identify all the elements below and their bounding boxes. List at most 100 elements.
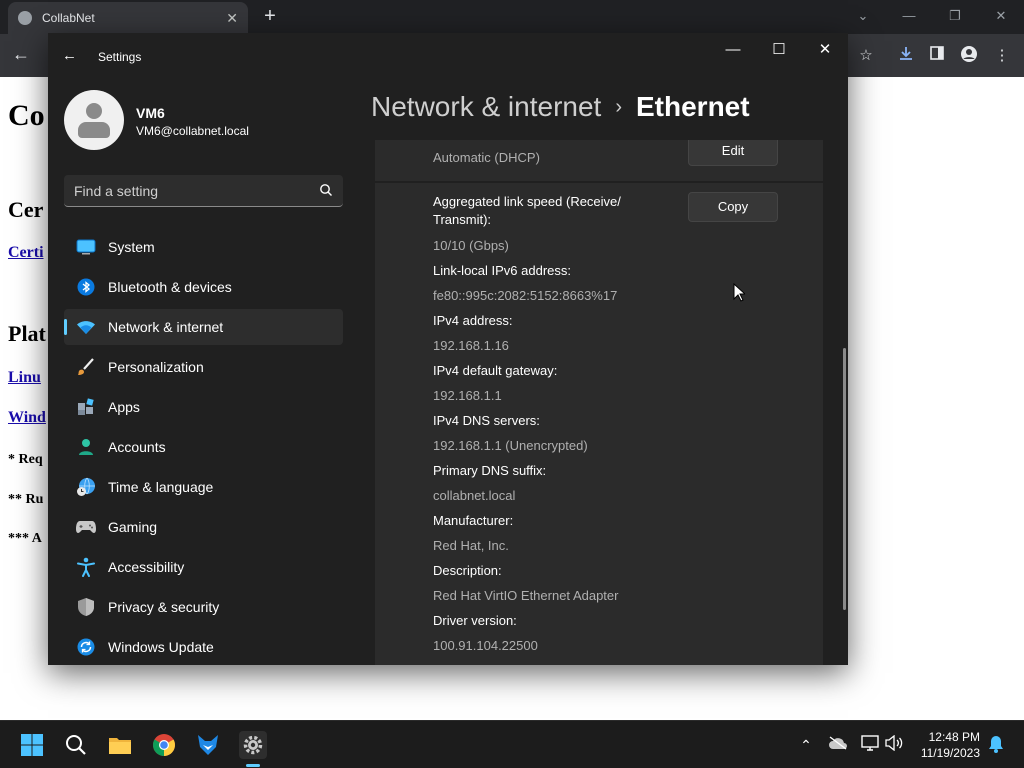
ipv6-label: Link-local IPv6 address:: [433, 263, 572, 278]
search-input[interactable]: [74, 175, 314, 206]
nav-item-label: Accounts: [108, 439, 166, 455]
notification-bell-icon[interactable]: [986, 735, 1006, 755]
description-label: Description:: [433, 563, 502, 578]
browser-restore-icon[interactable]: ❐: [944, 6, 966, 26]
page-note: *** A: [8, 531, 42, 546]
nav-item-label: Windows Update: [108, 639, 214, 655]
copy-button[interactable]: Copy: [688, 192, 778, 222]
ipv4-label: IPv4 address:: [433, 313, 513, 328]
nav-item-accounts[interactable]: Accounts: [64, 429, 343, 465]
breadcrumb-parent[interactable]: Network & internet: [371, 91, 601, 122]
nav-item-label: Apps: [108, 399, 140, 415]
nav-item-bluetooth[interactable]: Bluetooth & devices: [64, 269, 343, 305]
page-link[interactable]: Linu: [8, 369, 41, 387]
back-arrow-icon[interactable]: ←: [62, 47, 77, 64]
driver-version-label: Driver version:: [433, 613, 517, 628]
ipv6-value: fe80::995c:2082:5152:8663%17: [433, 288, 618, 303]
wifi-icon: [76, 317, 96, 337]
browser-close-icon[interactable]: ✕: [990, 6, 1012, 26]
nav-item-time-language[interactable]: Time & language: [64, 469, 343, 505]
link-speed-label: Aggregated link speed (Receive/ Transmit…: [433, 194, 621, 227]
side-panel-icon[interactable]: [926, 45, 948, 67]
link-speed-value: 10/10 (Gbps): [433, 238, 509, 253]
person-icon: [76, 437, 96, 457]
avatar[interactable]: [64, 90, 124, 150]
download-icon[interactable]: [895, 45, 917, 67]
nav-item-label: Time & language: [108, 479, 214, 495]
description-value: Red Hat VirtIO Ethernet Adapter: [433, 588, 619, 603]
profile-icon[interactable]: [958, 45, 980, 67]
gateway-label: IPv4 default gateway:: [433, 363, 558, 378]
chrome-icon[interactable]: [150, 731, 178, 759]
breadcrumb-separator: ›: [615, 96, 622, 118]
card-divider: [375, 181, 823, 183]
onedrive-offline-icon[interactable]: [828, 735, 848, 755]
maximize-icon[interactable]: ☐: [764, 39, 794, 61]
nav-item-windows-update[interactable]: Windows Update: [64, 629, 343, 665]
new-tab-button[interactable]: +: [260, 6, 280, 26]
clock-time[interactable]: 12:48 PM: [920, 730, 980, 744]
dns-servers-value: 192.168.1.1 (Unencrypted): [433, 438, 588, 453]
nav-item-network[interactable]: Network & internet: [64, 309, 343, 345]
avatar-body-shape: [78, 122, 110, 138]
nav-item-apps[interactable]: Apps: [64, 389, 343, 425]
gateway-value: 192.168.1.1: [433, 388, 502, 403]
dns-suffix-label: Primary DNS suffix:: [433, 463, 547, 478]
bookmark-star-icon[interactable]: ☆: [855, 45, 877, 67]
page-title: Ethernet: [636, 91, 750, 122]
nav-item-label: Bluetooth & devices: [108, 279, 232, 295]
browser-tab[interactable]: CollabNet ✕: [8, 2, 248, 34]
nav-item-label: Network & internet: [108, 319, 224, 335]
update-icon: [76, 637, 96, 657]
page-subheading: Cer: [8, 197, 44, 222]
search-icon[interactable]: [319, 183, 333, 197]
tab-search-icon[interactable]: ⌄: [852, 6, 874, 26]
user-name: VM6: [136, 105, 165, 121]
globe-icon: [18, 11, 32, 25]
nav-item-privacy-security[interactable]: Privacy & security: [64, 589, 343, 625]
file-explorer-icon[interactable]: [106, 731, 134, 759]
page-note: ** Ru: [8, 492, 44, 507]
page-link[interactable]: Wind: [8, 409, 46, 427]
network-icon[interactable]: [860, 735, 880, 755]
browser-menu-icon[interactable]: ⋮: [991, 45, 1013, 67]
active-app-indicator: [246, 764, 260, 767]
close-tab-icon[interactable]: ✕: [226, 10, 238, 27]
page-link[interactable]: Certi: [8, 244, 44, 262]
settings-window: ← Settings — ☐ ✕ VM6 VM6@collabnet.local…: [48, 33, 848, 665]
dns-servers-label: IPv4 DNS servers:: [433, 413, 540, 428]
dns-suffix-value: collabnet.local: [433, 488, 516, 503]
manufacturer-value: Red Hat, Inc.: [433, 538, 509, 553]
window-title: Settings: [98, 50, 142, 64]
driver-version-value: 100.91.104.22500: [433, 638, 538, 653]
globe-clock-icon: [76, 477, 96, 497]
nav-item-gaming[interactable]: Gaming: [64, 509, 343, 545]
nav-item-label: Accessibility: [108, 559, 185, 575]
browser-tab-strip: CollabNet ✕ + ⌄ — ❐ ✕: [0, 0, 1024, 34]
show-hidden-icons-chevron-icon[interactable]: ⌃: [796, 735, 816, 755]
start-windows-icon[interactable]: [18, 731, 46, 759]
bluetooth-icon: [76, 277, 96, 297]
user-email: VM6@collabnet.local: [136, 124, 249, 138]
search-box[interactable]: [64, 175, 343, 207]
nav-item-label: System: [108, 239, 155, 255]
nav-item-system[interactable]: System: [64, 229, 343, 265]
browser-back-icon[interactable]: ←: [12, 44, 30, 65]
scrollbar[interactable]: [843, 348, 846, 610]
mouse-cursor-icon: [733, 283, 745, 302]
search-icon[interactable]: [62, 731, 90, 759]
volume-icon[interactable]: [884, 734, 904, 755]
apps-icon: [76, 397, 96, 417]
edit-button[interactable]: Edit: [688, 140, 778, 166]
nav-item-accessibility[interactable]: Accessibility: [64, 549, 343, 585]
fox-app-icon[interactable]: [194, 731, 222, 759]
close-icon[interactable]: ✕: [810, 39, 840, 61]
browser-minimize-icon[interactable]: —: [898, 6, 920, 26]
brush-icon: [76, 357, 96, 377]
avatar-head-shape: [86, 103, 102, 119]
nav-item-personalization[interactable]: Personalization: [64, 349, 343, 385]
clock-date[interactable]: 11/19/2023: [914, 746, 980, 760]
settings-app-icon[interactable]: [239, 731, 267, 759]
taskbar: ⌃ 12:48 PM 11/19/2023: [0, 720, 1024, 768]
minimize-icon[interactable]: —: [718, 39, 748, 61]
